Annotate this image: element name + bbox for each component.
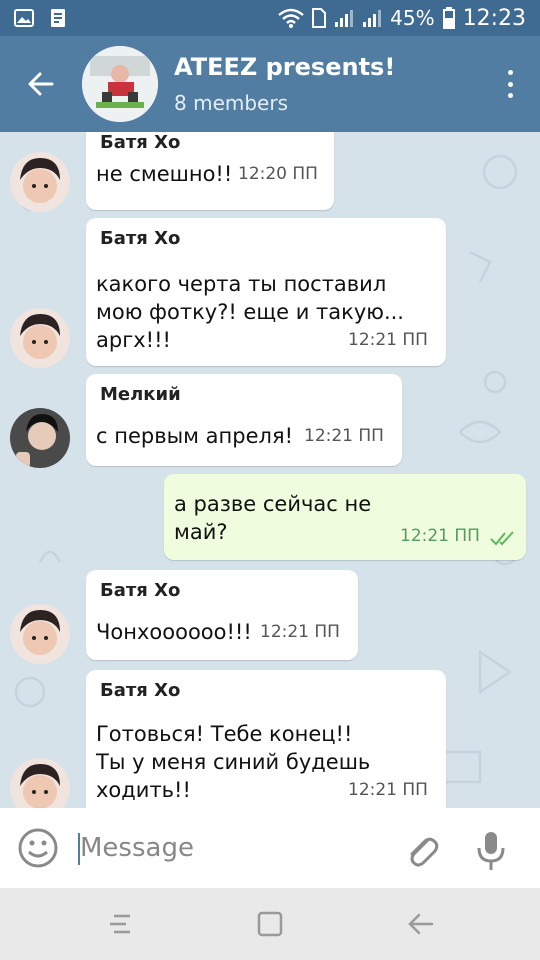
wifi-icon (278, 8, 304, 28)
group-title[interactable]: ATEEZ presents! (174, 53, 395, 81)
signal-2-icon (363, 10, 382, 27)
clock: 12:23 (462, 5, 526, 31)
avatar[interactable] (10, 308, 70, 368)
member-count: 8 members (174, 91, 288, 115)
group-avatar[interactable] (82, 46, 158, 122)
paperclip-icon (410, 837, 439, 867)
avatar[interactable] (10, 604, 70, 664)
message-sender[interactable]: Батя Хо (100, 580, 180, 601)
message-text: с первым апреля! (96, 424, 293, 448)
recent-apps-icon[interactable] (106, 910, 134, 938)
message-text-line: Готовься! Тебе конец!! (96, 722, 353, 746)
home-icon[interactable] (256, 910, 284, 938)
message-bubble[interactable]: Батя Хо какого черта ты поставил мою фот… (86, 218, 446, 366)
message-bubble-outgoing[interactable]: а разве сейчас не май? 12:21 ПП (164, 474, 526, 560)
message-time: 12:20 ПП (238, 164, 318, 184)
message-time: 12:21 ПП (348, 780, 428, 800)
group-avatar-image (82, 46, 158, 122)
message-sender[interactable]: Батя Хо (100, 680, 180, 701)
avatar[interactable] (10, 152, 70, 212)
attach-button[interactable] (404, 832, 440, 872)
arrow-left-icon (28, 72, 54, 96)
message-text-line: а разве сейчас не (174, 492, 372, 516)
mic-button[interactable] (476, 830, 506, 872)
system-nav-bar (0, 888, 540, 960)
message-text-line: аргх!!! (96, 328, 171, 352)
message-text-line: какого черта ты поставил (96, 272, 387, 296)
message-time: 12:21 ПП (400, 526, 480, 546)
gallery-notification-icon (14, 9, 34, 27)
double-check-icon (490, 531, 514, 546)
message-composer (0, 808, 540, 888)
document-notification-icon (51, 9, 65, 27)
message-text-line: ходить!! (96, 778, 191, 802)
message-text-line: Ты у меня синий будешь (96, 750, 371, 774)
status-bar: 45% 12:23 (0, 0, 540, 36)
message-text-line: май? (174, 520, 228, 544)
message-bubble[interactable]: Мелкий с первым апреля! 12:21 ПП (86, 374, 402, 466)
message-text-line: мою фотку?! еще и такую... (96, 300, 404, 324)
battery-percent: 45% (390, 6, 435, 30)
message-sender[interactable]: Мелкий (100, 384, 181, 405)
message-bubble[interactable]: Батя Хо Готовься! Тебе конец!! Ты у меня… (86, 670, 446, 808)
more-vertical-icon (507, 70, 513, 75)
message-time: 12:21 ПП (304, 426, 384, 446)
message-time: 12:21 ПП (260, 622, 340, 642)
message-text: Чонхоооооо!!! (96, 620, 252, 644)
message-sender[interactable]: Батя Хо (100, 132, 180, 153)
sim-icon (312, 8, 327, 28)
message-bubble[interactable]: Батя Хо Чонхоооооо!!! 12:21 ПП (86, 570, 358, 660)
avatar[interactable] (10, 408, 70, 468)
message-bubble[interactable]: Батя Хо не смешно!! 12:20 ПП (86, 132, 334, 210)
emoji-button[interactable] (18, 828, 58, 868)
message-text: не смешно!! (96, 162, 233, 186)
message-time: 12:21 ПП (348, 330, 428, 350)
smile-icon (18, 828, 58, 868)
back-button[interactable] (0, 36, 82, 132)
more-menu-button[interactable] (500, 66, 520, 102)
chat-messages[interactable]: Батя Хо не смешно!! 12:20 ПП Батя Хо как… (0, 132, 540, 808)
message-sender[interactable]: Батя Хо (100, 228, 180, 249)
nav-back-icon[interactable] (406, 910, 434, 938)
signal-1-icon (335, 10, 354, 27)
chat-header: ATEEZ presents! 8 members (0, 36, 540, 132)
message-input[interactable] (80, 828, 380, 868)
microphone-icon (477, 832, 505, 870)
battery-icon (442, 7, 455, 29)
